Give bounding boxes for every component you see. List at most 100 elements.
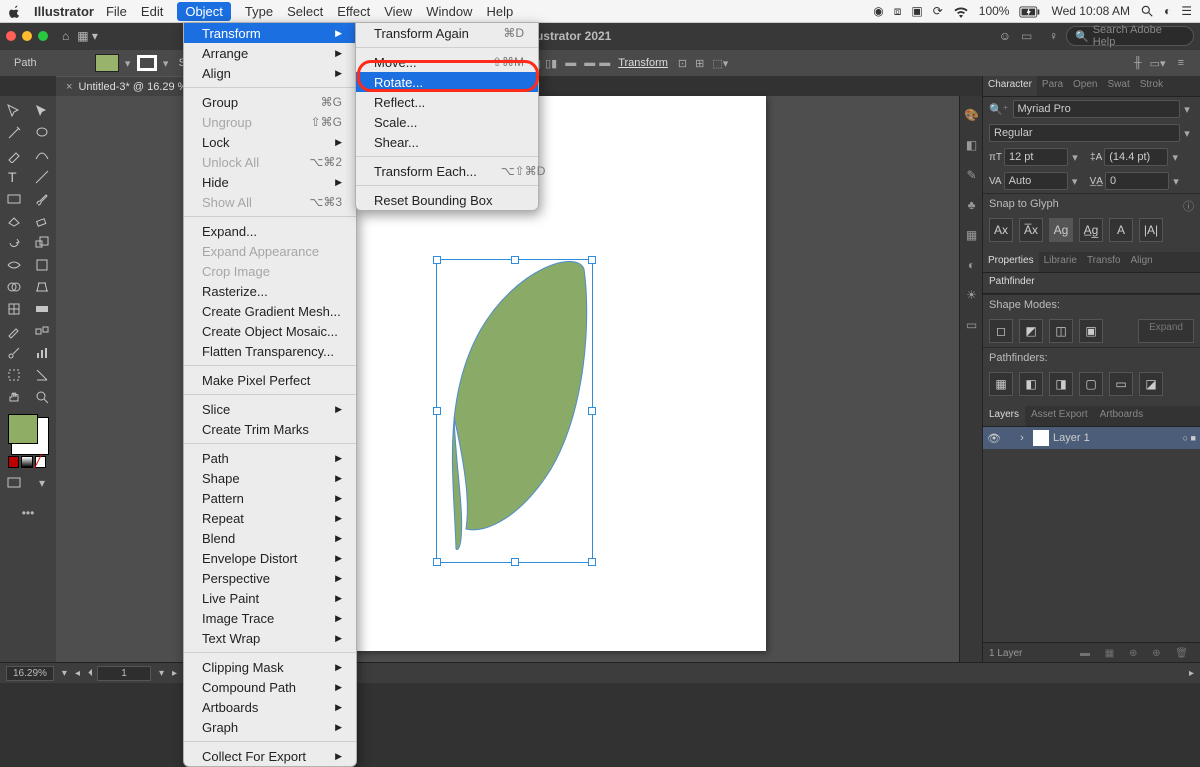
font-size-field[interactable]: 12 pt: [1004, 148, 1068, 166]
object-menu-item-path[interactable]: Path▶: [184, 448, 356, 468]
color-panel-icon[interactable]: 🎨: [960, 100, 983, 130]
layer-row[interactable]: 👁 › Layer 1 ○ ■: [983, 427, 1200, 449]
object-menu-item-envelope-distort[interactable]: Envelope Distort▶: [184, 548, 356, 568]
pen-tool[interactable]: [0, 144, 28, 166]
transform-submenu-item-transform-each-[interactable]: Transform Each...⌥⇧⌘D: [356, 161, 538, 181]
gradient-panel-icon[interactable]: ▭: [960, 310, 983, 340]
line-tool[interactable]: [28, 166, 56, 188]
object-menu-item-shape[interactable]: Shape▶: [184, 468, 356, 488]
swatches-panel-icon[interactable]: ▦: [960, 220, 983, 250]
help-icon[interactable]: ♀: [1049, 29, 1058, 43]
fill-swatch[interactable]: [95, 54, 119, 72]
wifi-icon[interactable]: [953, 4, 969, 18]
transparency-panel-icon[interactable]: ☀: [960, 280, 983, 310]
object-menu-item-pattern[interactable]: Pattern▶: [184, 488, 356, 508]
artboard-tool[interactable]: [0, 364, 28, 386]
transform-link[interactable]: Transform: [612, 57, 674, 69]
transform-submenu-item-scale-[interactable]: Scale...: [356, 112, 538, 132]
exclude-btn[interactable]: ▣: [1079, 319, 1103, 343]
font-size-dd[interactable]: ▾: [1068, 151, 1082, 164]
object-menu-item-clipping-mask[interactable]: Clipping Mask▶: [184, 657, 356, 677]
home-icon[interactable]: ⌂: [62, 29, 69, 43]
glyph-btn-3[interactable]: Ag: [1049, 218, 1073, 242]
object-menu-item-align[interactable]: Align▶: [184, 63, 356, 83]
font-style-dd[interactable]: ▾: [1180, 127, 1194, 140]
free-transform-tool[interactable]: [28, 254, 56, 276]
transform-submenu-item-move-[interactable]: Move...⇧⌘M: [356, 52, 538, 72]
perspective-grid-tool[interactable]: [28, 276, 56, 298]
object-menu-item-make-pixel-perfect[interactable]: Make Pixel Perfect: [184, 370, 356, 390]
object-menu-item-expand-[interactable]: Expand...: [184, 221, 356, 241]
workspace-icon[interactable]: ▦ ▾: [77, 29, 98, 43]
transform-submenu-item-transform-again[interactable]: Transform Again⌘D: [356, 23, 538, 43]
minus-front-btn[interactable]: ◩: [1019, 319, 1043, 343]
divide-btn[interactable]: ▦: [989, 372, 1013, 396]
tab-character[interactable]: Character: [983, 76, 1037, 96]
selection-tool[interactable]: [0, 100, 28, 122]
sync-icon[interactable]: ⟳: [933, 4, 943, 18]
control-center-icon[interactable]: ☰: [1181, 4, 1192, 18]
display-icon[interactable]: ▣: [911, 4, 922, 18]
zoom-field[interactable]: 16.29%: [6, 666, 54, 681]
minus-back-btn[interactable]: ◪: [1139, 372, 1163, 396]
siri-icon[interactable]: ◐: [1164, 4, 1171, 18]
document-tab[interactable]: × Untitled-3* @ 16.29 %: [56, 76, 197, 97]
fill-dd[interactable]: ▾: [121, 57, 135, 70]
tab-opentype[interactable]: Open: [1068, 76, 1102, 96]
layer-thumb[interactable]: [1033, 430, 1049, 446]
battery-icon[interactable]: [1019, 4, 1041, 18]
font-family-dd[interactable]: ▾: [1180, 103, 1194, 116]
font-family-field[interactable]: Myriad Pro: [1013, 100, 1180, 118]
glyph-btn-2[interactable]: A̅x: [1019, 218, 1043, 242]
tracking-dd[interactable]: ▾: [1169, 175, 1183, 188]
shape-builder-tool[interactable]: [0, 276, 28, 298]
object-menu-item-create-object-mosaic-[interactable]: Create Object Mosaic...: [184, 321, 356, 341]
font-style-field[interactable]: Regular: [989, 124, 1180, 142]
selection-bounding-box[interactable]: [436, 259, 593, 563]
object-menu-item-create-trim-marks[interactable]: Create Trim Marks: [184, 419, 356, 439]
visibility-icon[interactable]: 👁: [987, 432, 1003, 445]
lasso-tool[interactable]: [28, 122, 56, 144]
type-tool[interactable]: T: [0, 166, 28, 188]
close-tab-icon[interactable]: ×: [66, 81, 72, 93]
menu-help[interactable]: Help: [486, 4, 513, 19]
rotate-tool[interactable]: [0, 232, 28, 254]
close-window-button[interactable]: [6, 31, 16, 41]
graph-tool[interactable]: [28, 342, 56, 364]
leading-dd[interactable]: ▾: [1168, 151, 1182, 164]
object-menu-item-slice[interactable]: Slice▶: [184, 399, 356, 419]
brushes-panel-icon[interactable]: ✎: [960, 160, 983, 190]
tab-align[interactable]: Align: [1125, 252, 1157, 272]
kerning-dd[interactable]: ▾: [1068, 175, 1082, 188]
gradient-tool[interactable]: [28, 298, 56, 320]
tab-asset-export[interactable]: Asset Export: [1025, 406, 1094, 426]
artboard-first[interactable]: ⏴: [88, 668, 93, 679]
object-menu-item-compound-path[interactable]: Compound Path▶: [184, 677, 356, 697]
object-menu-item-perspective[interactable]: Perspective▶: [184, 568, 356, 588]
slice-tool[interactable]: [28, 364, 56, 386]
object-menu-item-group[interactable]: Group⌘G: [184, 92, 356, 112]
direct-selection-tool[interactable]: [28, 100, 56, 122]
tracking-field[interactable]: 0: [1105, 172, 1169, 190]
stroke-dd[interactable]: ▾: [159, 57, 173, 70]
cc-icon[interactable]: ◉: [873, 4, 883, 18]
menu-select[interactable]: Select: [287, 4, 323, 19]
shaper-tool[interactable]: [0, 210, 28, 232]
font-search-icon[interactable]: 🔍⁺: [989, 103, 1009, 116]
object-menu-item-hide[interactable]: Hide▶: [184, 172, 356, 192]
menu-type[interactable]: Type: [245, 4, 273, 19]
scale-tool[interactable]: [28, 232, 56, 254]
stroke-swatch[interactable]: [137, 55, 157, 71]
menu-object[interactable]: Object: [177, 2, 231, 21]
paintbrush-tool[interactable]: [28, 188, 56, 210]
merge-btn[interactable]: ◨: [1049, 372, 1073, 396]
menu-view[interactable]: View: [384, 4, 412, 19]
color-mode-buttons[interactable]: ╱: [8, 456, 48, 468]
object-menu-item-lock[interactable]: Lock▶: [184, 132, 356, 152]
artboard-next[interactable]: ▸: [172, 668, 177, 679]
zoom-tool[interactable]: [28, 386, 56, 408]
object-menu-item-collect-for-export[interactable]: Collect For Export▶: [184, 746, 356, 766]
artboard-prev[interactable]: ◂: [75, 668, 80, 679]
blend-tool[interactable]: [28, 320, 56, 342]
object-menu-item-rasterize-[interactable]: Rasterize...: [184, 281, 356, 301]
